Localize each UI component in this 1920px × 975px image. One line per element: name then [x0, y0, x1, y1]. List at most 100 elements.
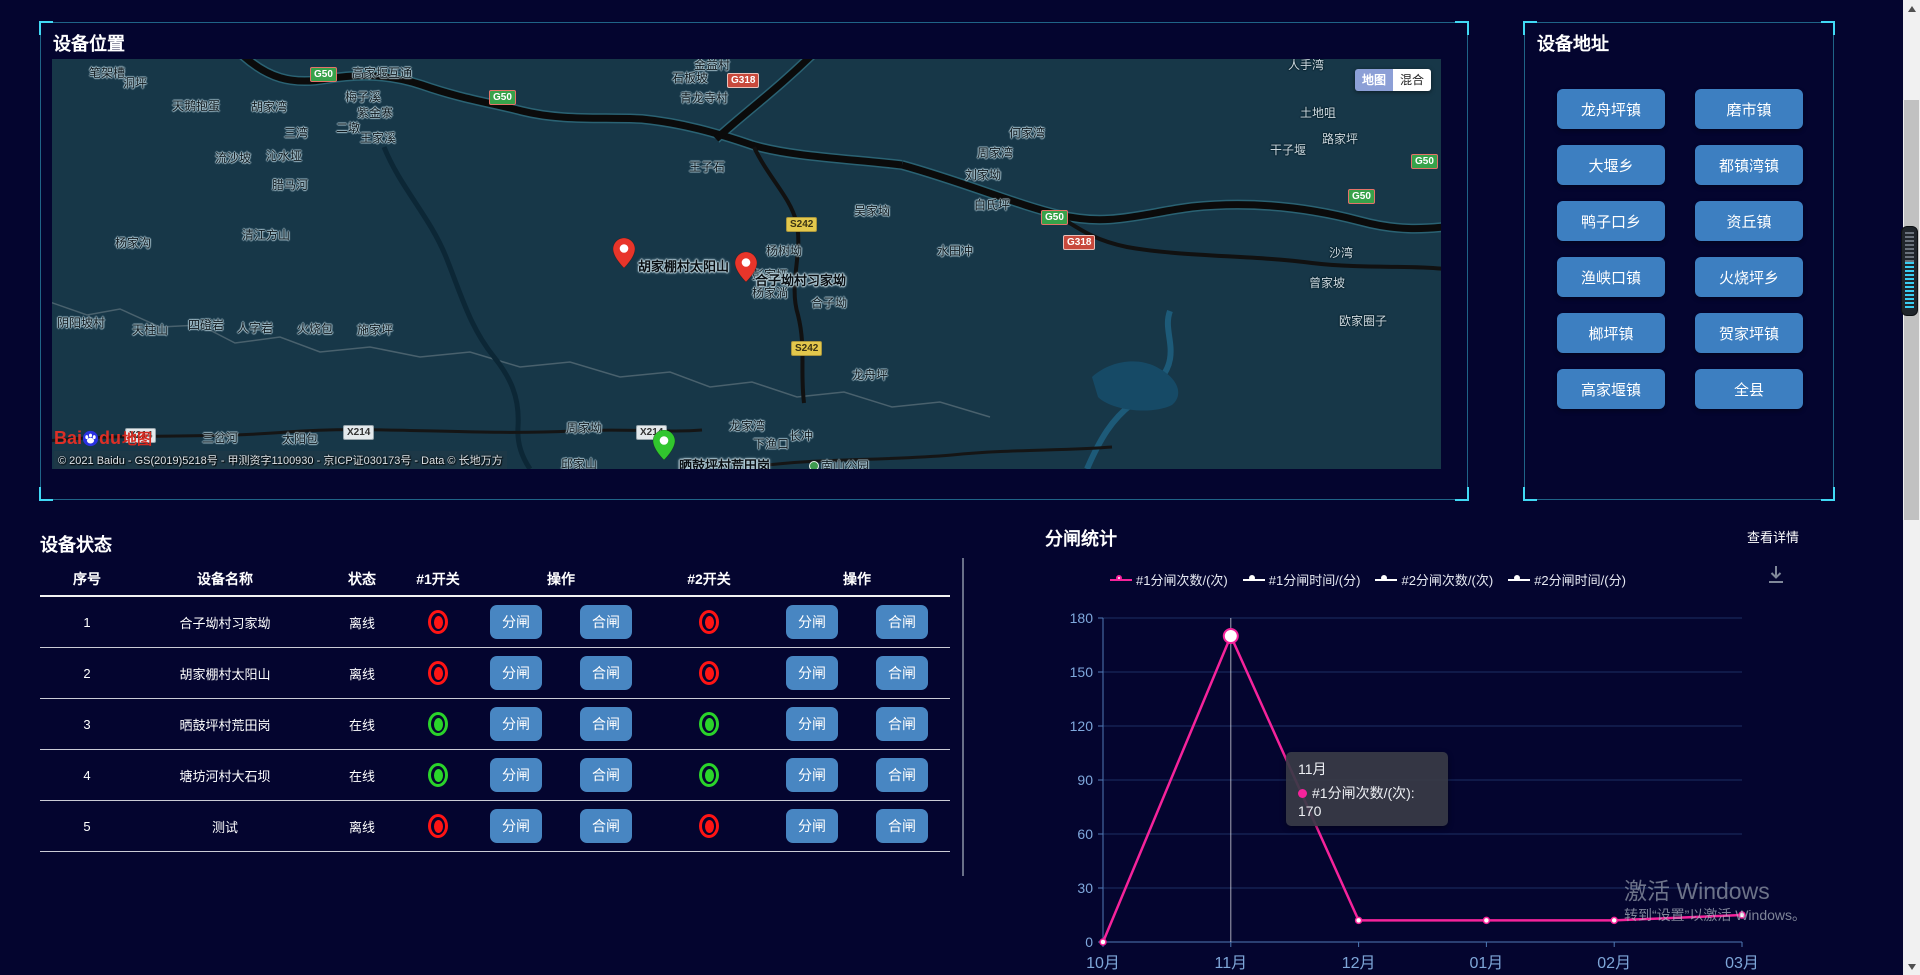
map-place-label: 邱家山: [561, 458, 597, 469]
switch-indicator-red: [428, 610, 448, 634]
close-switch-button[interactable]: 合闸: [580, 656, 632, 690]
scrollbar-down-arrow[interactable]: [1903, 958, 1920, 975]
page-scrollbar[interactable]: [1903, 0, 1920, 975]
open-switch-button[interactable]: 分闸: [786, 605, 838, 639]
cell-switch-2: [654, 661, 764, 685]
address-button[interactable]: 鸭子口乡: [1557, 201, 1665, 241]
map-toggle-map[interactable]: 地图: [1355, 69, 1393, 91]
map-place-label: 腊马河: [272, 179, 308, 192]
corner-bracket: [1523, 487, 1537, 501]
table-row: 1合子坳村习家坳离线分闸合闸分闸合闸: [40, 597, 950, 648]
close-switch-button[interactable]: 合闸: [580, 707, 632, 741]
cell-status: 离线: [316, 817, 408, 836]
switch-indicator-green: [699, 712, 719, 736]
map-pin[interactable]: [653, 430, 675, 460]
open-switch-button[interactable]: 分闸: [490, 758, 542, 792]
map-place-label: 天柱山: [132, 324, 168, 337]
map-place-label: 青龙寺村: [680, 92, 728, 105]
road-badge-g50: G50: [1041, 210, 1068, 225]
address-button[interactable]: 火烧坪乡: [1695, 257, 1803, 297]
baidu-map[interactable]: 笔架槽洞坪天鹅抱蛋胡家湾三湾流沙坡沁水垭腊马河王家溪梅子溪紫金寨二墩高家堰互通金…: [52, 59, 1441, 469]
map-place-label: 龙家湾: [729, 420, 765, 433]
switch-indicator-green: [428, 763, 448, 787]
map-pin[interactable]: [735, 252, 757, 282]
indicator-core: [434, 718, 443, 731]
address-button[interactable]: 渔峡口镇: [1557, 257, 1665, 297]
map-pin-label: 胡家棚村太阳山: [638, 256, 729, 275]
cell-no: 2: [40, 666, 134, 681]
address-button[interactable]: 贺家坪镇: [1695, 313, 1803, 353]
map-place-label: 高家堰互通: [352, 67, 412, 80]
switch-indicator-red: [699, 661, 719, 685]
svg-text:90: 90: [1077, 772, 1093, 788]
close-switch-button[interactable]: 合闸: [876, 605, 928, 639]
map-place-label: 胡家湾: [251, 101, 287, 114]
open-switch-button[interactable]: 分闸: [490, 809, 542, 843]
indicator-core: [705, 820, 714, 833]
cell-device-name: 晒鼓坪村荒田岗: [134, 715, 316, 734]
address-button[interactable]: 全县: [1695, 369, 1803, 409]
map-place-label: 阴阳坡村: [57, 317, 105, 330]
scrollbar-up-arrow[interactable]: [1903, 0, 1920, 17]
address-button[interactable]: 龙舟坪镇: [1557, 89, 1665, 129]
road-badge-s242: S242: [791, 341, 822, 356]
table-header-row: 序号设备名称状态#1开关操作#2开关操作: [40, 563, 950, 597]
svg-text:11月: 11月: [1214, 955, 1247, 972]
corner-bracket: [1523, 21, 1537, 35]
close-switch-button[interactable]: 合闸: [876, 707, 928, 741]
dashboard: 设备位置 笔架槽洞坪天: [0, 0, 1920, 975]
address-button[interactable]: 榔坪镇: [1557, 313, 1665, 353]
corner-bracket: [1455, 21, 1469, 35]
map-toggle-hybrid[interactable]: 混合: [1393, 69, 1431, 91]
open-switch-button[interactable]: 分闸: [786, 707, 838, 741]
map-place-label: 南山公园: [809, 460, 869, 469]
address-button[interactable]: 都镇湾镇: [1695, 145, 1803, 185]
close-switch-button[interactable]: 合闸: [580, 809, 632, 843]
map-pin[interactable]: [613, 238, 635, 268]
table-body: 1合子坳村习家坳离线分闸合闸分闸合闸2胡家棚村太阳山离线分闸合闸分闸合闸3晒鼓坪…: [40, 597, 950, 852]
close-switch-button[interactable]: 合闸: [580, 605, 632, 639]
map-place-label: 紫金寨: [357, 107, 393, 120]
map-place-label: 周家湾: [977, 147, 1013, 160]
table-row: 2胡家棚村太阳山离线分闸合闸分闸合闸: [40, 648, 950, 699]
open-switch-button[interactable]: 分闸: [786, 758, 838, 792]
address-button[interactable]: 磨市镇: [1695, 89, 1803, 129]
table-header-cell: 操作: [764, 569, 950, 589]
map-place-label: 王家溪: [360, 132, 396, 145]
map-pin-label: 合子坳村习家坳: [755, 270, 846, 289]
table-header-cell: #2开关: [654, 569, 764, 589]
cell-switch-2: [654, 814, 764, 838]
windows-watermark-line1: 激活 Windows: [1624, 872, 1770, 906]
device-location-title: 设备位置: [53, 30, 125, 56]
close-switch-button[interactable]: 合闸: [876, 656, 928, 690]
open-switch-button[interactable]: 分闸: [490, 656, 542, 690]
address-button[interactable]: 大堰乡: [1557, 145, 1665, 185]
cell-device-name: 测试: [134, 817, 316, 836]
baidu-logo-map-word: 地图: [122, 431, 152, 448]
open-switch-button[interactable]: 分闸: [490, 707, 542, 741]
cell-switch-1: [408, 661, 468, 685]
address-button[interactable]: 资丘镇: [1695, 201, 1803, 241]
close-switch-button[interactable]: 合闸: [876, 809, 928, 843]
road-badge-s242: S242: [786, 217, 817, 232]
close-switch-button[interactable]: 合闸: [580, 758, 632, 792]
cell-switch-2: [654, 610, 764, 634]
cell-switch-1: [408, 763, 468, 787]
tooltip-series-dot: [1298, 789, 1307, 798]
open-switch-button[interactable]: 分闸: [786, 656, 838, 690]
tooltip-title: 11月: [1298, 759, 1436, 779]
baidu-logo-text: du: [99, 428, 121, 448]
address-button-grid: 龙舟坪镇磨市镇大堰乡都镇湾镇鸭子口乡资丘镇渔峡口镇火烧坪乡榔坪镇贺家坪镇高家堰镇…: [1557, 89, 1803, 409]
indicator-core: [434, 769, 443, 782]
table-row: 3晒鼓坪村荒田岗在线分闸合闸分闸合闸: [40, 699, 950, 750]
indicator-core: [705, 769, 714, 782]
cell-switch-2: [654, 712, 764, 736]
corner-bracket: [1821, 21, 1835, 35]
open-switch-button[interactable]: 分闸: [490, 605, 542, 639]
address-button[interactable]: 高家堰镇: [1557, 369, 1665, 409]
indicator-core: [705, 718, 714, 731]
open-switch-button[interactable]: 分闸: [786, 809, 838, 843]
cell-no: 5: [40, 819, 134, 834]
close-switch-button[interactable]: 合闸: [876, 758, 928, 792]
table-header-cell: 设备名称: [134, 569, 316, 589]
